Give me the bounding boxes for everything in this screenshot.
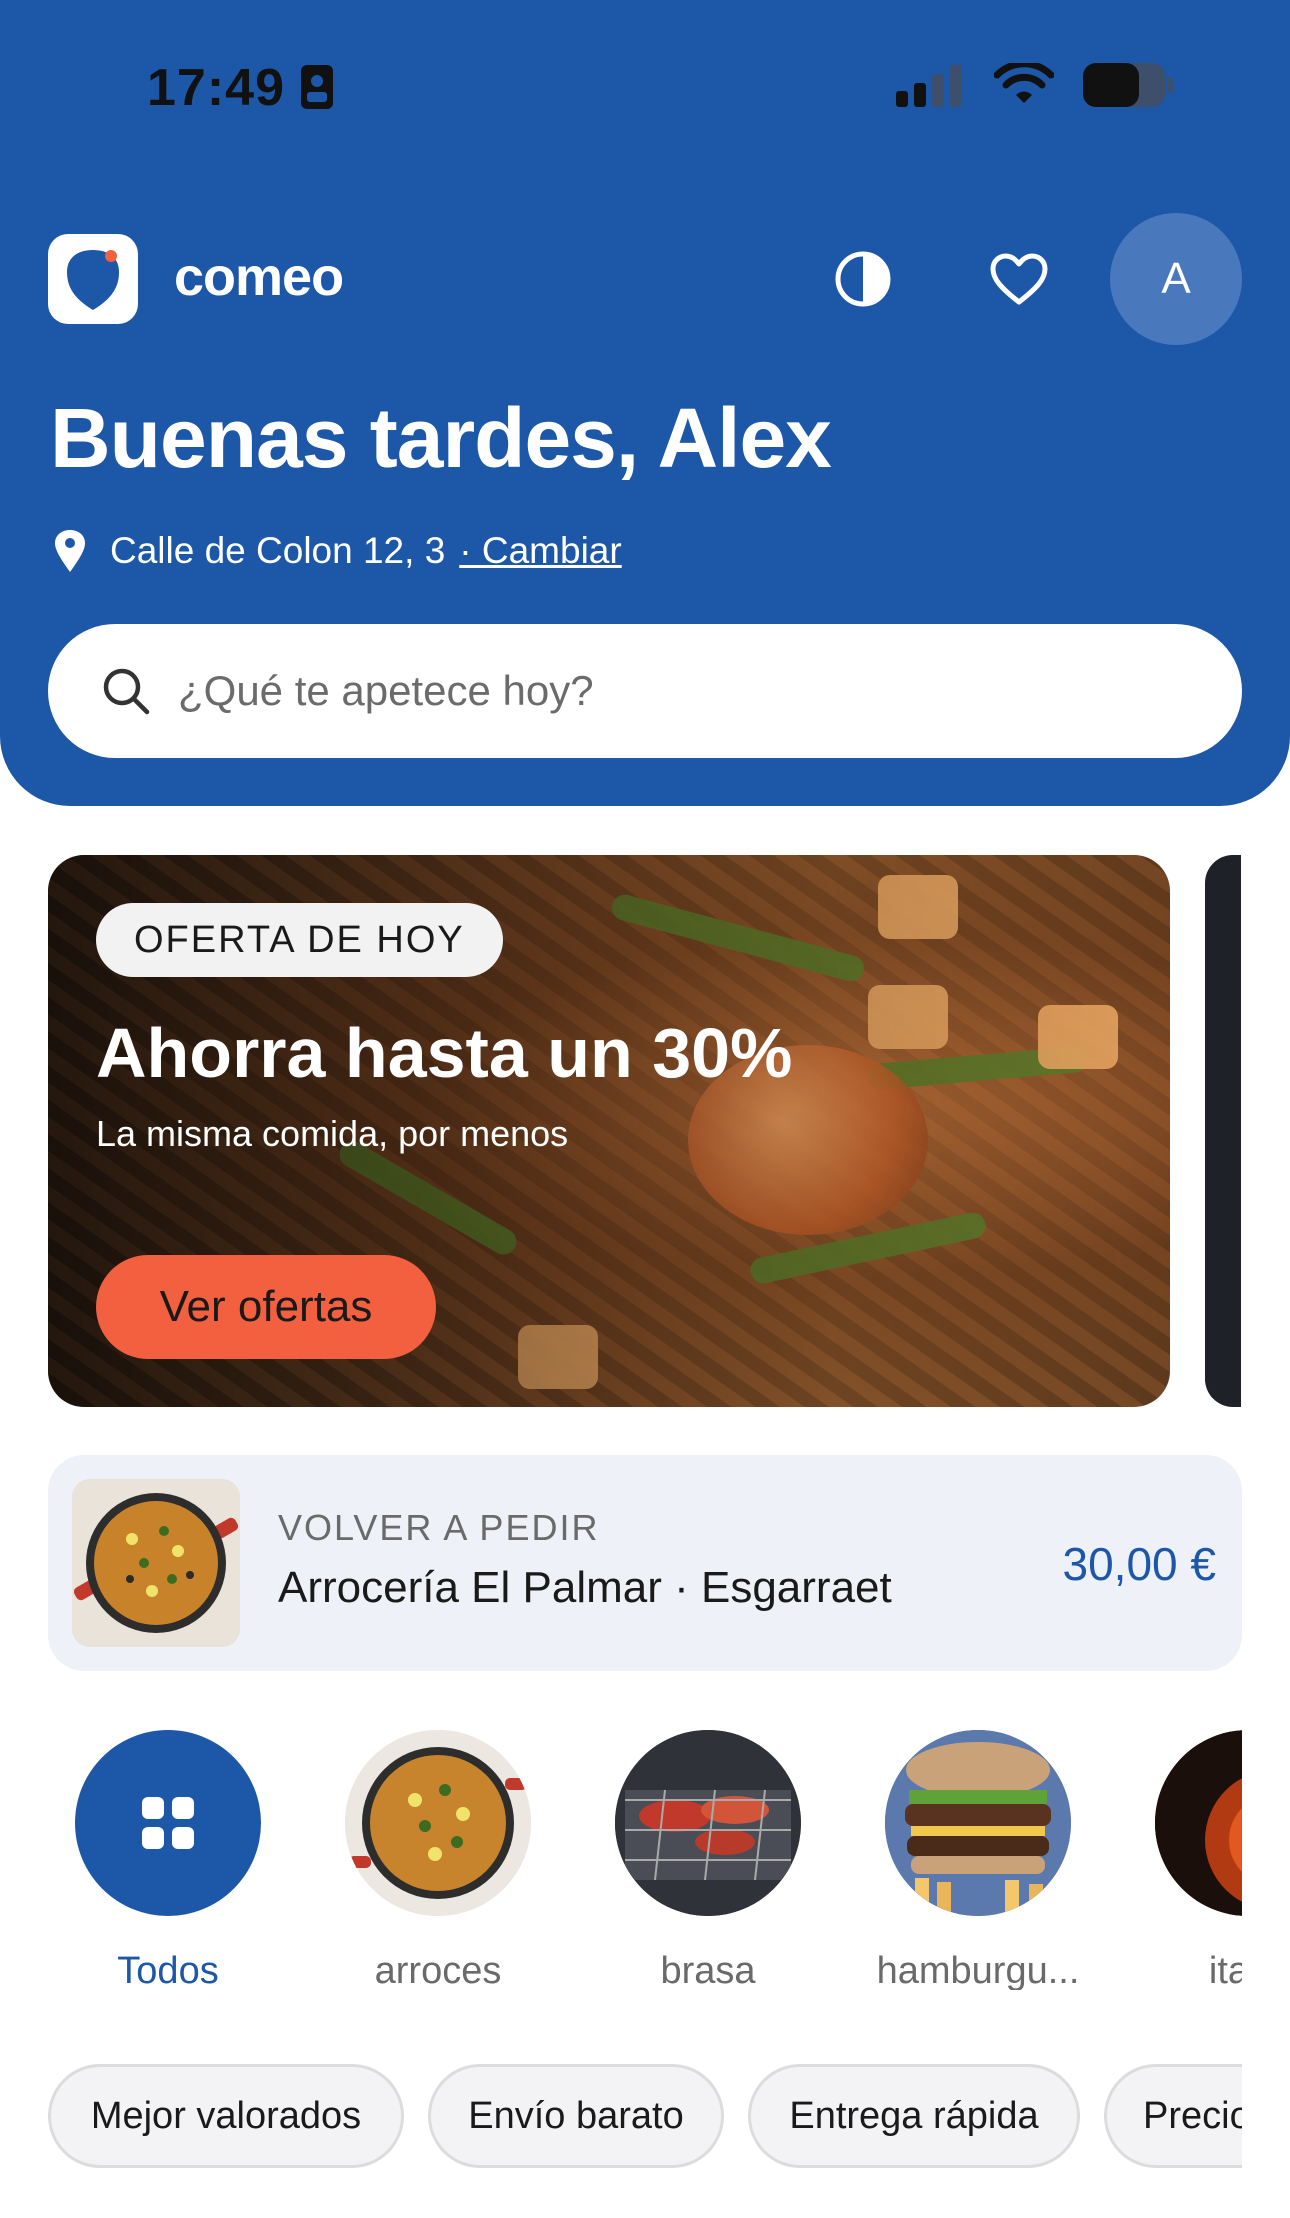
filter-chip-fast-delivery[interactable]: Entrega rápida xyxy=(748,2064,1080,2168)
category-hamburguesas[interactable]: hamburgu... xyxy=(858,1730,1098,1990)
avatar-initial: A xyxy=(1161,254,1191,303)
status-icons xyxy=(896,62,1174,108)
paella-pan-image xyxy=(72,1479,240,1647)
id-card-icon xyxy=(301,65,333,109)
category-label: arroces xyxy=(374,1950,502,1990)
comeo-logo-icon xyxy=(67,250,119,310)
reorder-card[interactable]: VOLVER A PEDIR Arrocería El Palmar · Esg… xyxy=(48,1455,1242,1671)
category-label: Todos xyxy=(117,1950,219,1990)
next-promo-card-peek[interactable] xyxy=(1205,855,1241,1407)
category-brasa[interactable]: brasa xyxy=(588,1730,828,1990)
reorder-restaurant-name: Arrocería El Palmar · Esgarraet xyxy=(278,1563,892,1612)
contrast-icon xyxy=(835,251,891,307)
pizza-oven-image xyxy=(1155,1730,1242,1916)
category-label: brasa xyxy=(660,1950,756,1990)
filter-chip-top-rated[interactable]: Mejor valorados xyxy=(48,2064,404,2168)
category-arroces[interactable]: arroces xyxy=(318,1730,558,1990)
category-circle xyxy=(345,1730,531,1916)
avatar-button[interactable]: A xyxy=(1110,213,1242,345)
greeting-title: Buenas tardes, Alex xyxy=(50,391,832,485)
category-label: italia xyxy=(1208,1950,1242,1990)
app-name: comeo xyxy=(174,247,344,307)
reorder-thumbnail xyxy=(72,1479,240,1647)
grill-image xyxy=(615,1730,801,1916)
promo-title: Ahorra hasta un 30% xyxy=(96,1014,793,1092)
change-address-link[interactable]: · Cambiar xyxy=(459,530,621,572)
reorder-price: 30,00 € xyxy=(1062,1538,1216,1590)
status-time: 17:49 xyxy=(147,59,285,117)
see-offers-button[interactable]: Ver ofertas xyxy=(96,1255,436,1359)
address-row: Calle de Colon 12, 3 · Cambiar xyxy=(52,528,622,574)
promo-card[interactable]: OFERTA DE HOY Ahorra hasta un 30% La mis… xyxy=(48,855,1170,1407)
signal-icon xyxy=(896,65,962,107)
grid-icon xyxy=(142,1797,194,1849)
category-circle xyxy=(1155,1730,1242,1916)
category-circle xyxy=(615,1730,801,1916)
category-todos[interactable]: Todos xyxy=(48,1730,288,1990)
promo-tag: OFERTA DE HOY xyxy=(96,903,503,977)
battery-icon xyxy=(1083,63,1173,107)
favorites-button[interactable] xyxy=(988,248,1050,310)
theme-toggle-button[interactable] xyxy=(832,248,894,310)
filter-chip-cheap-delivery[interactable]: Envío barato xyxy=(428,2064,724,2168)
paella-image xyxy=(345,1730,531,1916)
category-circle xyxy=(885,1730,1071,1916)
burger-image xyxy=(885,1730,1071,1916)
promo-subtitle: La misma comida, por menos xyxy=(96,1113,569,1154)
header: 17:49 comeo A Buenas tardes, Alex Calle … xyxy=(0,0,1290,806)
search-bar[interactable] xyxy=(48,624,1242,758)
reorder-kicker: VOLVER A PEDIR xyxy=(278,1507,600,1548)
category-circle xyxy=(75,1730,261,1916)
address-text: Calle de Colon 12, 3 xyxy=(110,530,446,571)
filter-chips[interactable]: Mejor valorados Envío barato Entrega ráp… xyxy=(48,2064,1242,2168)
search-input[interactable] xyxy=(178,667,1078,715)
wifi-icon xyxy=(994,63,1054,103)
category-label: hamburgu... xyxy=(876,1950,1080,1990)
category-italiana[interactable]: italia xyxy=(1128,1730,1242,1990)
location-pin-icon xyxy=(55,530,85,572)
search-icon xyxy=(103,668,150,715)
heart-icon xyxy=(990,253,1048,305)
app-logo xyxy=(48,234,138,324)
category-carousel[interactable]: Todos arroces brasa hamburgu... ita xyxy=(48,1730,1242,1990)
filter-chip-price[interactable]: Precio xyxy=(1104,2064,1242,2168)
